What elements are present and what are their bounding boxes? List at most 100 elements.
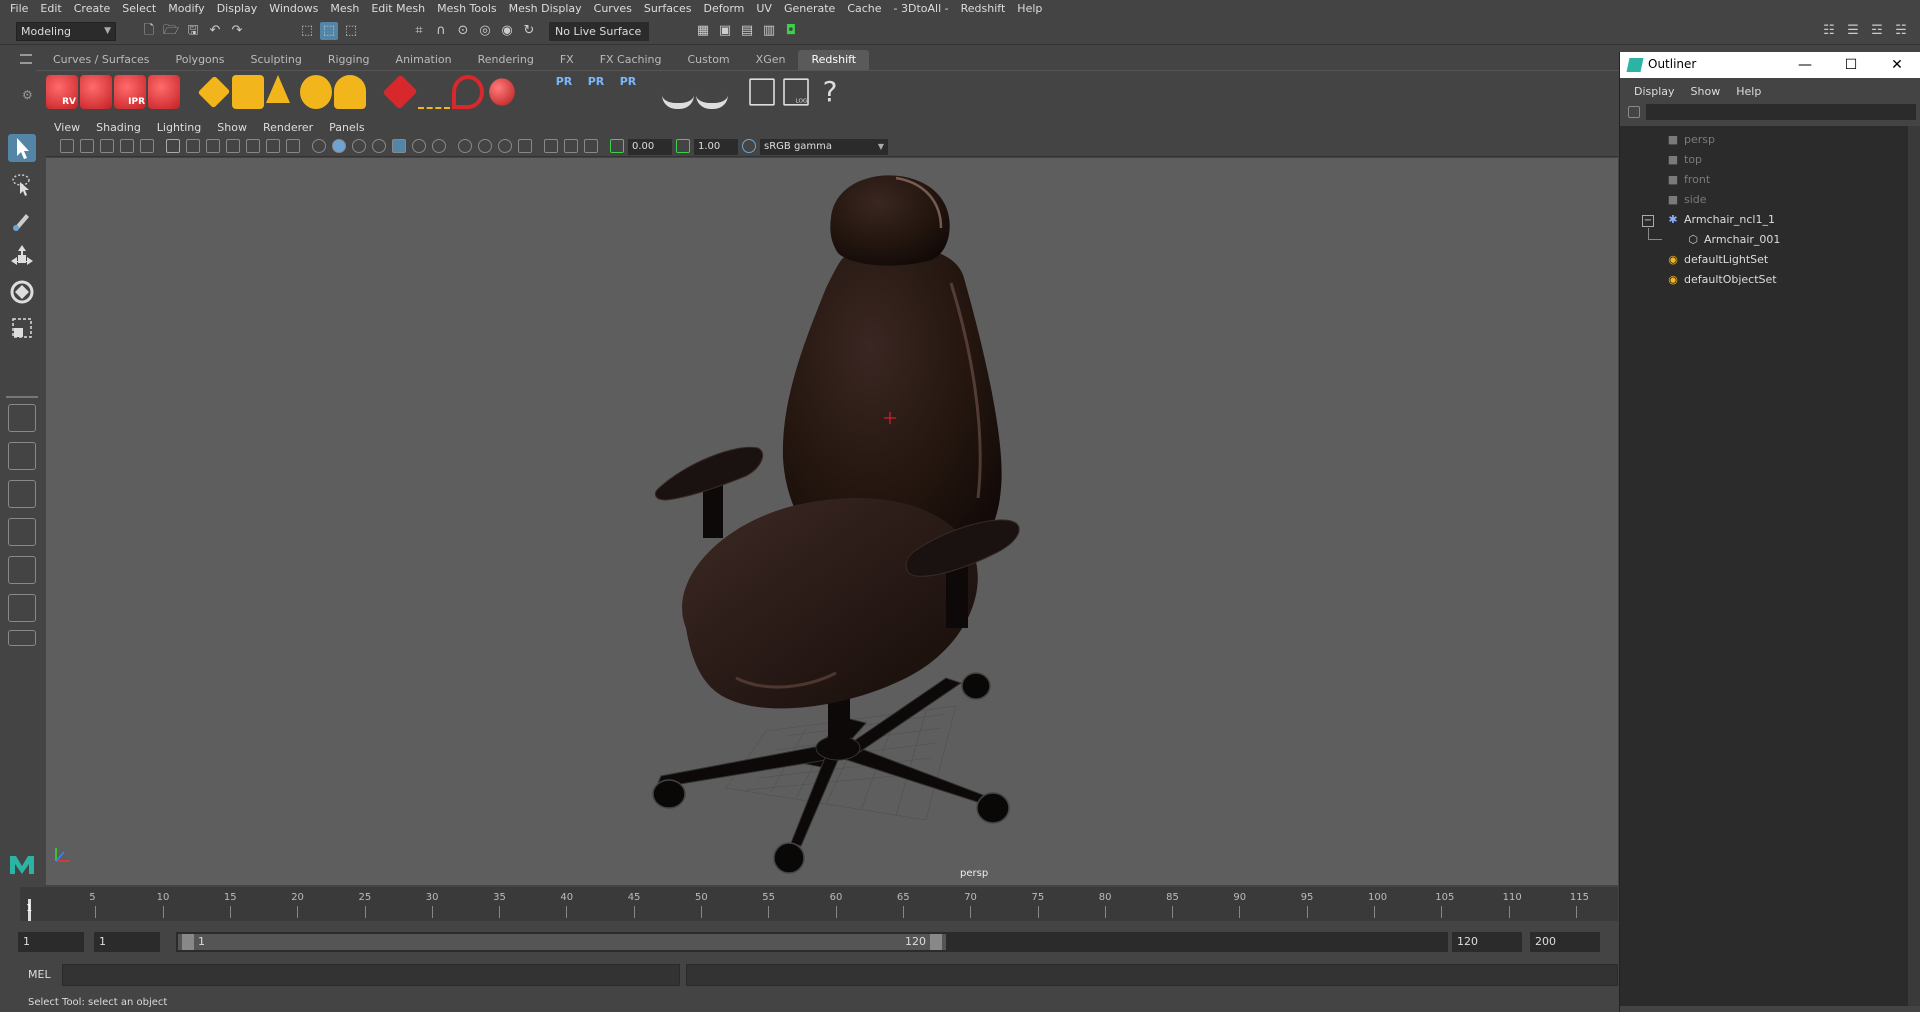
playback-start-field[interactable]: 1: [94, 932, 160, 952]
panel-menu-view[interactable]: View: [46, 119, 88, 137]
select-hierarchy-icon[interactable]: ⬚: [298, 22, 316, 40]
tab-polygons[interactable]: Polygons: [163, 50, 238, 70]
lasso-tool-icon[interactable]: [8, 170, 36, 198]
depth-of-field-icon[interactable]: [498, 139, 512, 153]
four-view-layout-icon[interactable]: [8, 442, 36, 470]
persp-outliner-layout-icon[interactable]: [8, 480, 36, 508]
maximize-button[interactable]: ☐: [1836, 55, 1866, 75]
menu-3dtoall[interactable]: - 3DtoAll -: [890, 0, 957, 17]
wireframe-icon[interactable]: [312, 139, 326, 153]
tab-fx[interactable]: FX: [547, 50, 587, 70]
panel-menu-renderer[interactable]: Renderer: [255, 119, 321, 137]
tab-xgen[interactable]: XGen: [743, 50, 799, 70]
tab-fx-caching[interactable]: FX Caching: [587, 50, 675, 70]
outliner-item-front[interactable]: ■ front: [1666, 170, 1710, 190]
snap-point-icon[interactable]: ⊙: [454, 22, 472, 40]
panel-menu-panels[interactable]: Panels: [321, 119, 372, 137]
isolate-select-icon[interactable]: [518, 139, 532, 153]
hair-icon[interactable]: [452, 75, 484, 109]
snap-live-icon[interactable]: ↻: [520, 22, 538, 40]
safe-title-icon[interactable]: [286, 139, 300, 153]
bowl-icon-1[interactable]: [662, 75, 694, 109]
minimize-button[interactable]: —: [1790, 55, 1820, 75]
menu-display[interactable]: Display: [213, 0, 266, 17]
redshift-render-icon[interactable]: [80, 75, 112, 109]
render-current-icon[interactable]: ▤: [738, 22, 756, 40]
menu-mesh-tools[interactable]: Mesh Tools: [433, 0, 505, 17]
material-icon[interactable]: [489, 78, 515, 106]
select-objects-icon[interactable]: ⬚: [320, 22, 338, 40]
view-transform-dropdown[interactable]: sRGB gamma ▼: [760, 139, 888, 155]
help-icon[interactable]: ?: [814, 75, 846, 109]
color-management-icon[interactable]: [742, 139, 756, 153]
outliner-item-top[interactable]: ■ top: [1666, 150, 1702, 170]
log-icon[interactable]: LOG: [783, 78, 809, 106]
menu-mesh-display[interactable]: Mesh Display: [505, 0, 590, 17]
single-perspective-layout-icon[interactable]: [8, 404, 36, 432]
camera-attributes-icon[interactable]: [60, 139, 74, 153]
bowl-icon-2[interactable]: [696, 75, 728, 109]
ipr-render-icon[interactable]: ▥: [760, 22, 778, 40]
animation-start-field[interactable]: 1: [18, 932, 84, 952]
script-icon[interactable]: [749, 78, 775, 106]
snap-grid-icon[interactable]: ⌗: [410, 22, 428, 40]
menu-mesh[interactable]: Mesh: [326, 0, 367, 17]
render-view-icon[interactable]: ▣: [716, 22, 734, 40]
pr-import-icon[interactable]: PR: [580, 75, 612, 109]
attribute-editor-icon[interactable]: ☰: [1844, 22, 1862, 40]
tab-custom[interactable]: Custom: [675, 50, 743, 70]
xray-icon[interactable]: [544, 139, 558, 153]
tool-settings-icon[interactable]: ☲: [1868, 22, 1886, 40]
range-end-grip[interactable]: [930, 934, 942, 950]
open-scene-icon[interactable]: 🗁: [162, 22, 180, 40]
grease-pencil-icon[interactable]: [140, 139, 154, 153]
volume-icon[interactable]: [418, 75, 450, 109]
outliner-menu-show[interactable]: Show: [1683, 82, 1729, 102]
undo-icon[interactable]: ↶: [206, 22, 224, 40]
move-tool-icon[interactable]: [8, 242, 36, 270]
pr-transfer-icon[interactable]: PR: [612, 75, 644, 109]
tab-sculpting[interactable]: Sculpting: [237, 50, 314, 70]
redshift-settings-icon[interactable]: [148, 75, 180, 109]
portal-light-icon[interactable]: [232, 75, 264, 109]
menu-redshift[interactable]: Redshift: [957, 0, 1014, 17]
range-start-grip[interactable]: [182, 934, 194, 950]
snap-surface-icon[interactable]: ◉: [498, 22, 516, 40]
grid-icon[interactable]: [166, 139, 180, 153]
scale-tool-icon[interactable]: [8, 314, 36, 342]
menu-help[interactable]: Help: [1013, 0, 1050, 17]
camera-bookmarks-icon[interactable]: [80, 139, 94, 153]
outliner-menu-display[interactable]: Display: [1626, 82, 1683, 102]
snap-curve-icon[interactable]: ∩: [432, 22, 450, 40]
safe-action-icon[interactable]: [266, 139, 280, 153]
modeling-toolkit-icon[interactable]: ☷: [1820, 22, 1838, 40]
menu-set-dropdown[interactable]: Modeling ▼: [16, 22, 116, 41]
outliner-item-persp[interactable]: ■ persp: [1666, 130, 1715, 150]
close-button[interactable]: ✕: [1882, 55, 1912, 75]
tab-redshift[interactable]: Redshift: [798, 50, 870, 70]
menu-select[interactable]: Select: [118, 0, 164, 17]
resolution-gate-icon[interactable]: [206, 139, 220, 153]
live-surface-field[interactable]: No Live Surface: [549, 22, 649, 41]
tab-rendering[interactable]: Rendering: [465, 50, 547, 70]
lights-icon[interactable]: [392, 139, 406, 153]
shadows-icon[interactable]: [412, 139, 426, 153]
menu-edit[interactable]: Edit: [36, 0, 69, 17]
panel-menu-shading[interactable]: Shading: [88, 119, 149, 137]
custom-layout-icon[interactable]: [8, 630, 36, 646]
select-tool-icon[interactable]: [8, 134, 36, 162]
redshift-proxy-icon[interactable]: [382, 74, 418, 110]
pr-export-icon[interactable]: PR: [548, 75, 580, 109]
area-light-icon[interactable]: [197, 75, 231, 109]
menu-cache[interactable]: Cache: [843, 0, 889, 17]
channel-box-icon[interactable]: ☵: [1892, 22, 1910, 40]
animation-end-field[interactable]: 200: [1530, 932, 1600, 952]
exposure-field[interactable]: 0.00: [628, 139, 672, 155]
menu-file[interactable]: File: [6, 0, 36, 17]
outliner-item-armchair-mesh[interactable]: ⬡ Armchair_001: [1686, 230, 1780, 250]
shelf-gear-icon[interactable]: ⚙: [22, 88, 33, 102]
snap-view-plane-icon[interactable]: ◎: [476, 22, 494, 40]
hypershade-icon[interactable]: ◘: [782, 22, 800, 40]
outliner-item-armchair-group[interactable]: ✱ Armchair_ncl1_1: [1666, 210, 1775, 230]
panel-menu-show[interactable]: Show: [209, 119, 255, 137]
